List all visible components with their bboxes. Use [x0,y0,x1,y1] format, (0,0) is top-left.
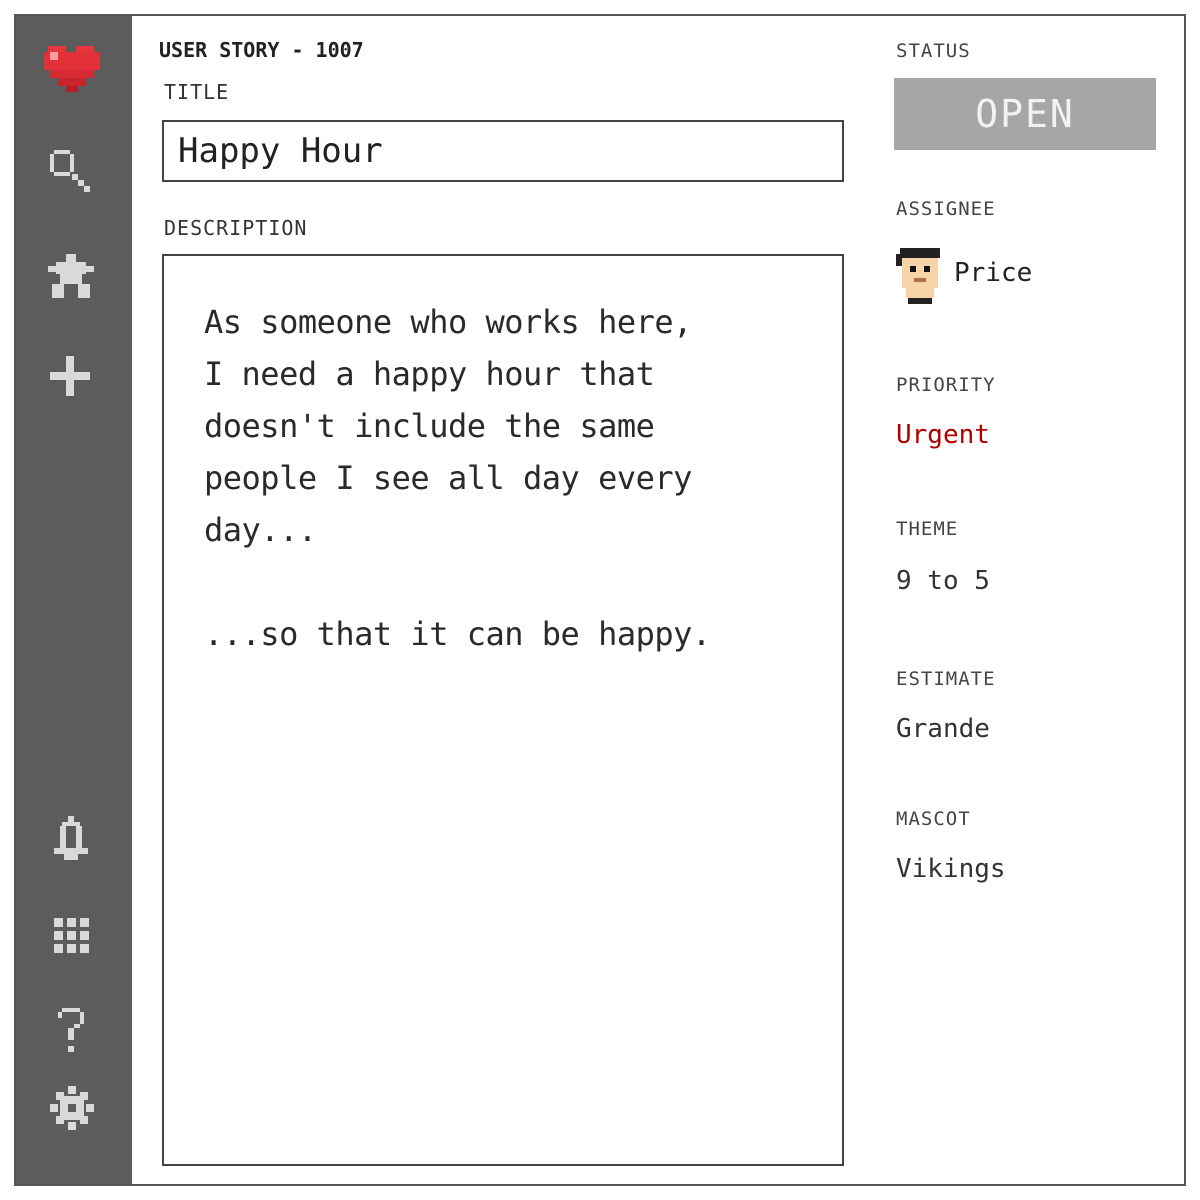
mascot-value[interactable]: Vikings [896,854,1006,884]
assignee-name[interactable]: Price [954,258,1032,288]
assignee-label: ASSIGNEE [896,198,996,220]
theme-value[interactable]: 9 to 5 [896,566,990,596]
puzzle-icon[interactable] [42,248,102,308]
search-icon[interactable] [42,144,102,204]
bell-icon[interactable] [42,812,102,872]
plus-icon[interactable] [42,348,102,408]
gear-icon[interactable] [42,1080,102,1140]
title-input[interactable] [162,120,844,182]
mascot-label: MASCOT [896,808,971,830]
help-icon[interactable] [42,1002,102,1062]
story-id: USER STORY - 1007 [159,38,364,62]
sidebar [16,16,132,1184]
status-button[interactable]: OPEN [894,78,1156,150]
priority-value[interactable]: Urgent [896,420,990,450]
description-textarea[interactable]: As someone who works here, I need a happ… [162,254,844,1166]
app-window: USER STORY - 1007 TITLE DESCRIPTION As s… [14,14,1186,1186]
estimate-label: ESTIMATE [896,668,996,690]
status-label: STATUS [896,40,971,62]
title-label: TITLE [164,80,230,104]
description-label: DESCRIPTION [164,216,308,240]
grid-icon[interactable] [42,908,102,968]
theme-label: THEME [896,518,959,540]
avatar[interactable] [896,244,944,308]
estimate-value[interactable]: Grande [896,714,990,744]
heart-logo-icon[interactable] [42,38,102,98]
priority-label: PRIORITY [896,374,996,396]
